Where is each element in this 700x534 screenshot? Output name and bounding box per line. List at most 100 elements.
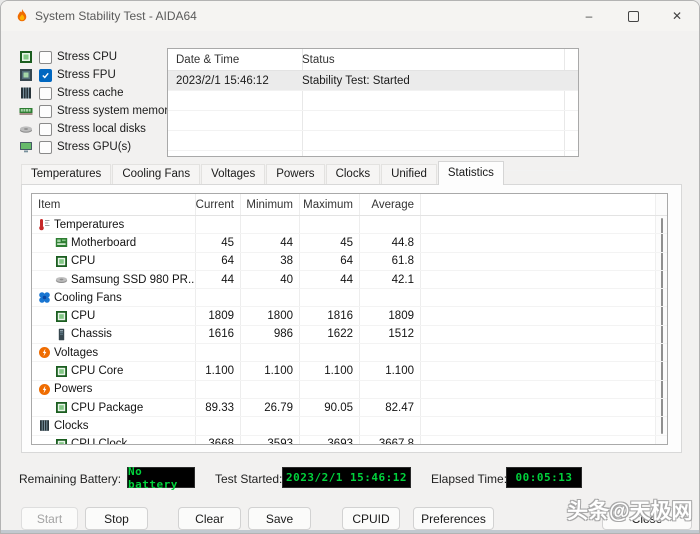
stats-group-row[interactable]: Voltages bbox=[32, 344, 667, 362]
statistics-tab-panel: Item Current Minimum Maximum Average Tem… bbox=[21, 184, 682, 453]
stop-button[interactable]: Stop bbox=[85, 507, 148, 530]
stats-group-row[interactable]: Cooling Fans bbox=[32, 289, 667, 307]
stats-minimum-value: 1.100 bbox=[240, 365, 299, 377]
clock-chip-icon bbox=[38, 419, 51, 432]
disk-icon bbox=[19, 122, 33, 136]
stats-group-row[interactable]: Temperatures bbox=[32, 216, 667, 234]
log-status: Stability Test: Started bbox=[302, 75, 410, 87]
stats-data-row[interactable]: CPU Clock3668359336933667.8 bbox=[32, 436, 667, 445]
clear-button[interactable]: Clear bbox=[178, 507, 241, 530]
stats-item-label: Samsung SSD 980 PR... bbox=[71, 274, 195, 286]
stats-minimum-value: 3593 bbox=[240, 438, 299, 445]
stats-minimum-value: 26.79 bbox=[240, 402, 299, 414]
stats-item-label: Clocks bbox=[54, 420, 89, 432]
stats-data-row[interactable]: CPU64386461.8 bbox=[32, 253, 667, 271]
stats-data-row[interactable]: Samsung SSD 980 PR...44404442.1 bbox=[32, 271, 667, 289]
stats-data-row[interactable]: CPU1809180018161809 bbox=[32, 307, 667, 325]
stress-option-label: Stress FPU bbox=[57, 69, 116, 81]
gpu-icon bbox=[19, 140, 33, 154]
elapsed-time-value: 00:05:13 bbox=[516, 471, 573, 484]
minimize-button[interactable]: – bbox=[567, 1, 611, 31]
stress-option-stress-cpu[interactable]: Stress CPU bbox=[19, 48, 163, 66]
checkbox[interactable] bbox=[39, 69, 52, 82]
stats-minimum-value: 1800 bbox=[240, 310, 299, 322]
window-title: System Stability Test - AIDA64 bbox=[35, 9, 197, 23]
stats-item-cell: CPU bbox=[32, 255, 195, 268]
stats-data-row[interactable]: Motherboard45444544.8 bbox=[32, 234, 667, 252]
stats-group-row[interactable]: Clocks bbox=[32, 417, 667, 435]
stats-item-cell: Cooling Fans bbox=[32, 291, 195, 304]
tab-temperatures[interactable]: Temperatures bbox=[21, 164, 111, 184]
stats-average-value: 1512 bbox=[359, 328, 420, 340]
tab-powers[interactable]: Powers bbox=[266, 164, 324, 184]
checkbox[interactable] bbox=[39, 87, 52, 100]
disk-icon bbox=[55, 273, 68, 286]
stats-item-cell: Voltages bbox=[32, 346, 195, 359]
stats-average-value: 42.1 bbox=[359, 274, 420, 286]
stress-option-stress-fpu[interactable]: Stress FPU bbox=[19, 66, 163, 84]
elapsed-time-lcd: 00:05:13 bbox=[506, 467, 582, 488]
stats-item-label: CPU Package bbox=[71, 402, 143, 414]
stats-average-value: 1809 bbox=[359, 310, 420, 322]
stress-option-label: Stress GPU(s) bbox=[57, 141, 131, 153]
log-empty-row bbox=[168, 111, 578, 131]
checkbox[interactable] bbox=[39, 105, 52, 118]
chassis-icon bbox=[55, 328, 68, 341]
log-row[interactable]: 2023/2/1 15:46:12Stability Test: Started bbox=[168, 71, 578, 91]
checkbox[interactable] bbox=[39, 123, 52, 136]
stats-item-cell: Powers bbox=[32, 383, 195, 396]
tab-clocks[interactable]: Clocks bbox=[326, 164, 381, 184]
maximize-button[interactable] bbox=[611, 1, 655, 31]
stats-average-value: 44.8 bbox=[359, 237, 420, 249]
stats-col-maximum: Maximum bbox=[299, 199, 359, 211]
stats-minimum-value: 38 bbox=[240, 255, 299, 267]
stats-group-row[interactable]: Powers bbox=[32, 381, 667, 399]
close-window-button[interactable]: ✕ bbox=[655, 1, 699, 31]
stats-current-value: 64 bbox=[195, 255, 240, 267]
preferences-button[interactable]: Preferences bbox=[413, 507, 494, 530]
stress-option-stress-cache[interactable]: Stress cache bbox=[19, 84, 163, 102]
stats-col-item: Item bbox=[32, 199, 195, 211]
checkbox[interactable] bbox=[39, 141, 52, 154]
stats-maximum-value: 44 bbox=[299, 274, 359, 286]
checkbox[interactable] bbox=[39, 51, 52, 64]
battery-lcd: No battery bbox=[127, 467, 195, 488]
battery-value: No battery bbox=[128, 465, 194, 491]
stats-item-label: Chassis bbox=[71, 328, 112, 340]
stats-minimum-value: 986 bbox=[240, 328, 299, 340]
test-started-label: Test Started: bbox=[215, 472, 282, 486]
tab-unified[interactable]: Unified bbox=[381, 164, 437, 184]
battery-label: Remaining Battery: bbox=[19, 472, 121, 486]
stats-item-cell: Chassis bbox=[32, 328, 195, 341]
fpu-icon bbox=[19, 68, 33, 82]
tab-statistics[interactable]: Statistics bbox=[438, 161, 504, 185]
statistics-table: Item Current Minimum Maximum Average Tem… bbox=[31, 193, 668, 445]
stress-option-stress-system-memory[interactable]: Stress system memory bbox=[19, 102, 163, 120]
motherboard-icon bbox=[55, 236, 68, 249]
results-tab-bar: TemperaturesCooling FansVoltagesPowersCl… bbox=[21, 161, 505, 184]
stress-options-panel: Stress CPU Stress FPU Stress cacheStress s… bbox=[19, 48, 163, 156]
cpuid-button[interactable]: CPUID bbox=[342, 507, 400, 530]
stats-current-value: 44 bbox=[195, 274, 240, 286]
stress-option-stress-gpu-s-[interactable]: Stress GPU(s) bbox=[19, 138, 163, 156]
start-button: Start bbox=[21, 507, 78, 530]
stats-item-cell: CPU Core bbox=[32, 365, 195, 378]
stats-item-label: Motherboard bbox=[71, 237, 136, 249]
stats-current-value: 1.100 bbox=[195, 365, 240, 377]
stress-option-stress-local-disks[interactable]: Stress local disks bbox=[19, 120, 163, 138]
cpu-chip-icon bbox=[55, 310, 68, 323]
stats-data-row[interactable]: Chassis161698616221512 bbox=[32, 326, 667, 344]
stats-maximum-value: 45 bbox=[299, 237, 359, 249]
tab-voltages[interactable]: Voltages bbox=[201, 164, 265, 184]
stats-data-row[interactable]: CPU Package89.3326.7990.0582.47 bbox=[32, 399, 667, 417]
stress-option-label: Stress system memory bbox=[57, 105, 174, 117]
stats-maximum-value: 3693 bbox=[299, 438, 359, 445]
log-datetime: 2023/2/1 15:46:12 bbox=[168, 75, 302, 87]
tab-cooling-fans[interactable]: Cooling Fans bbox=[112, 164, 200, 184]
stats-average-value: 82.47 bbox=[359, 402, 420, 414]
stats-item-label: Temperatures bbox=[54, 219, 124, 231]
stats-table-header: Item Current Minimum Maximum Average bbox=[32, 194, 667, 216]
save-button[interactable]: Save bbox=[248, 507, 311, 530]
stats-data-row[interactable]: CPU Core1.1001.1001.1001.100 bbox=[32, 362, 667, 380]
stats-item-cell: CPU Package bbox=[32, 401, 195, 414]
